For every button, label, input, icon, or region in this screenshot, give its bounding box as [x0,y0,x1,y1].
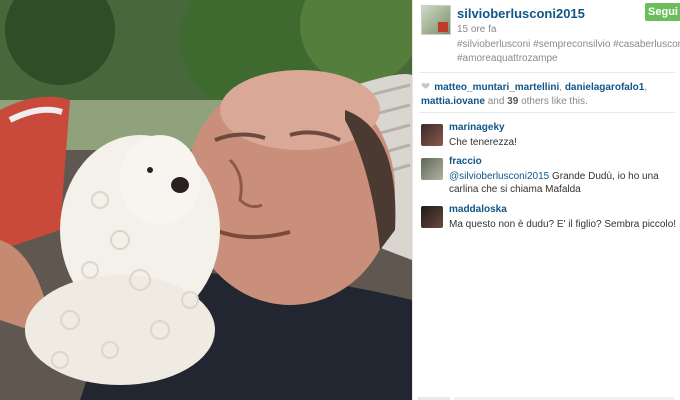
comment-text: Ma questo non è dudu? E' il figlio? Semb… [449,219,677,230]
follow-button[interactable]: Segui [645,3,680,21]
comment-mention[interactable]: @silvioberlusconi2015 [449,171,549,182]
photo-illustration [0,0,412,400]
likes-and-text: and [484,96,508,107]
post-photo [0,0,412,400]
comment-text: @silvioberlusconi2015 Grande Dudù, io ho… [449,170,677,196]
comment-avatar[interactable] [421,206,443,228]
post-caption: #silvioberlusconi #sempreconsilvio #casa… [457,38,680,66]
comment-avatar[interactable] [421,158,443,180]
hashtags-line-2[interactable]: #amoreaquattrozampe [457,52,680,66]
post-details-panel: silvioberlusconi2015 Segui 15 ore fa #si… [412,0,680,400]
like-user-2[interactable]: danielagarofalo1 [565,82,644,93]
comment-input-bar [412,394,680,400]
likes-summary: ❤ matteo_muntari_martellini, danielagarof… [421,80,677,109]
likes-count[interactable]: 39 [507,96,518,107]
avatar[interactable] [421,5,451,35]
like-user-3[interactable]: mattia.iovane [421,96,485,107]
comment-username[interactable]: marinageky [449,122,505,133]
post-header: silvioberlusconi2015 Segui 15 ore fa #si… [413,0,680,70]
likes-rest-text: others like this. [518,96,588,107]
comment-username[interactable]: fraccio [449,156,482,167]
likes-separator: , [644,82,648,93]
like-user-1[interactable]: matteo_muntari_martellini [434,82,559,93]
hashtags-line-1[interactable]: #silvioberlusconi #sempreconsilvio #casa… [457,38,680,52]
post-timestamp: 15 ore fa [457,24,497,35]
comment-text: Che tenerezza! [449,137,517,148]
divider [419,72,675,73]
username-link[interactable]: silvioberlusconi2015 [457,6,585,21]
divider [419,112,675,113]
heart-icon: ❤ [421,81,431,93]
comment-username[interactable]: maddaloska [449,204,507,215]
comment-avatar[interactable] [421,124,443,146]
